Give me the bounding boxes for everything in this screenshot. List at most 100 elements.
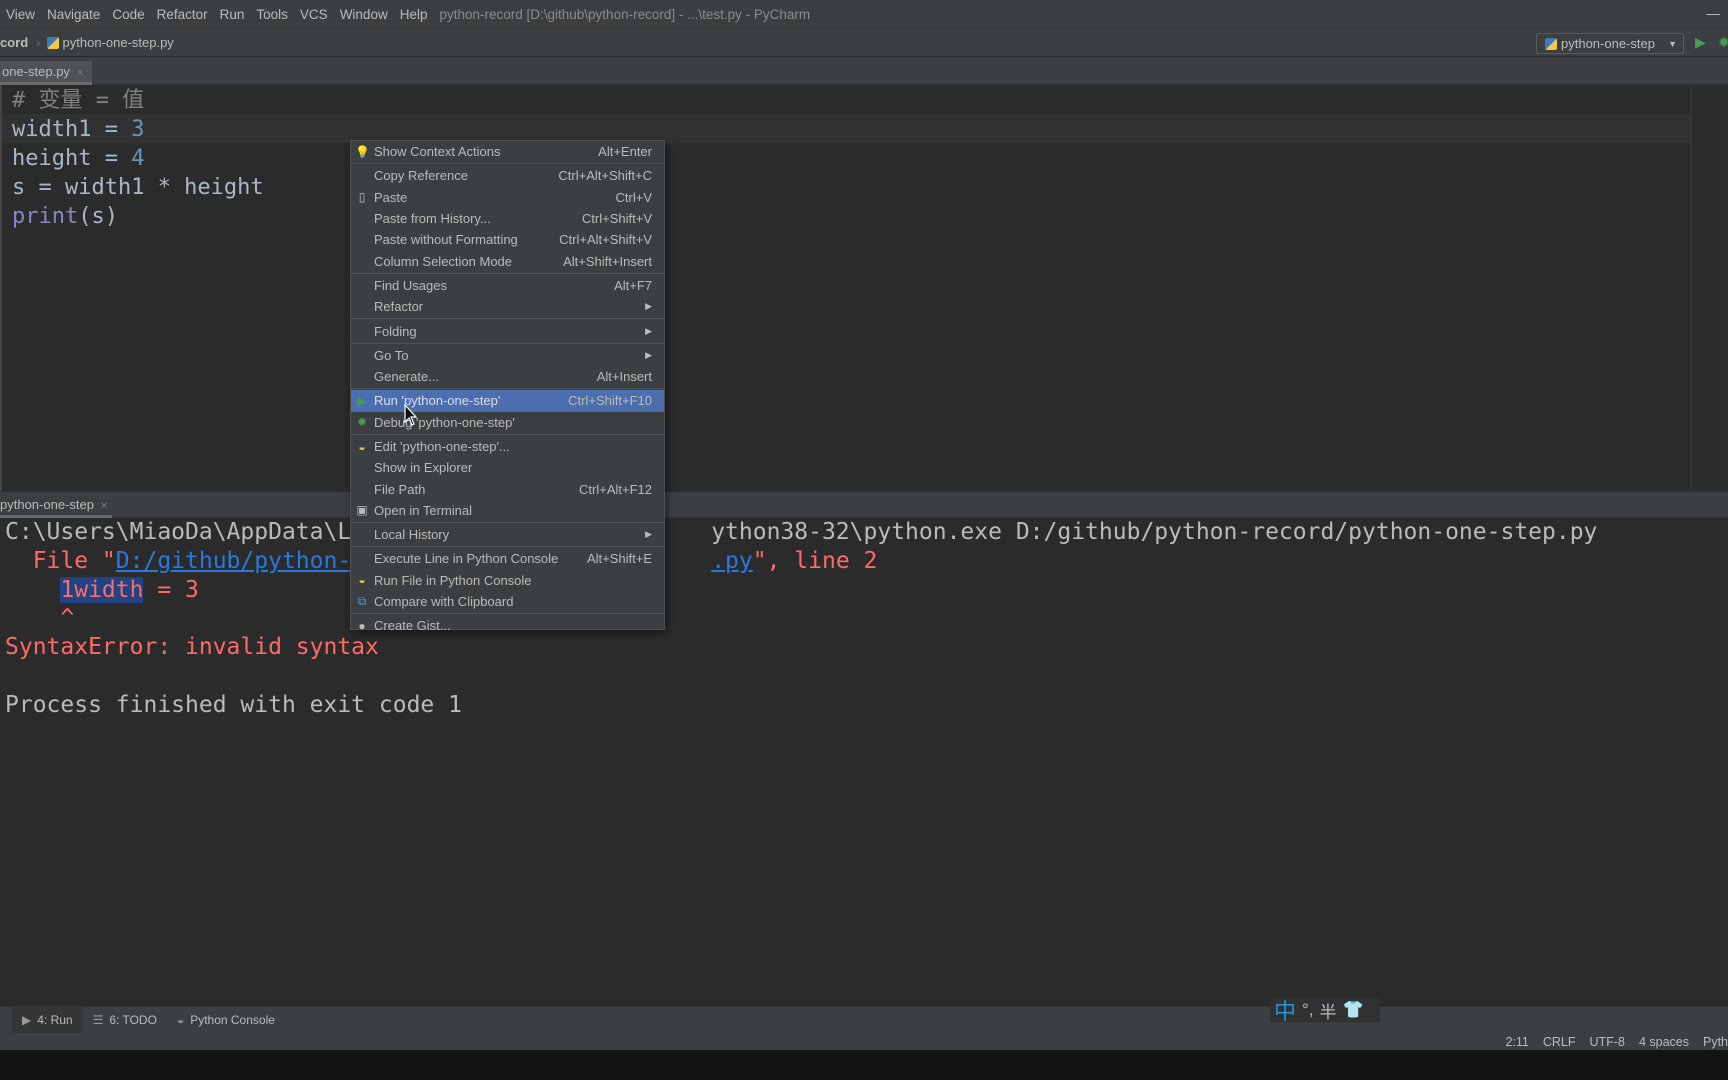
menu-separator	[351, 163, 664, 165]
menu-item-compare-with-clipboard[interactable]: ⧉ Compare with Clipboard	[351, 591, 664, 612]
menu-item-label: Refactor	[374, 299, 424, 315]
right-margin	[1691, 85, 1692, 491]
breadcrumb-file[interactable]: python-one-step.py	[63, 35, 174, 50]
menu-bar: View Navigate Code Refactor Run Tools VCS Windo…	[0, 0, 1728, 29]
menu-vcs[interactable]: VCS	[294, 7, 334, 22]
menu-item-run-file-in-python-console[interactable]: ◒ Run File in Python Console	[351, 570, 664, 591]
menu-separator	[351, 318, 664, 320]
run-button[interactable]: ▶	[1695, 34, 1706, 51]
file-link-end[interactable]: .py	[711, 548, 753, 574]
menu-tools[interactable]: Tools	[250, 7, 294, 22]
menu-item-create-gist[interactable]: ● Create Gist...	[351, 615, 664, 636]
menu-item-label: Local History	[374, 527, 450, 543]
menu-item-label: Open in Terminal	[374, 502, 473, 518]
python-file-icon	[46, 36, 59, 49]
menu-item-debug-python-one-step[interactable]: ✹ Debug 'python-one-step'	[351, 412, 664, 433]
menu-item-show-context-actions[interactable]: 💡 Show Context Actions Alt+Enter	[351, 141, 664, 162]
menu-separator	[351, 272, 664, 274]
menu-item-paste[interactable]: ▯ Paste Ctrl+V	[351, 187, 664, 208]
menu-run[interactable]: Run	[214, 7, 251, 22]
caret-position[interactable]: 2:11	[1505, 1035, 1528, 1049]
menu-item-open-in-terminal[interactable]: ▣ Open in Terminal	[351, 500, 664, 521]
menu-refactor[interactable]: Refactor	[151, 7, 214, 22]
menu-item-paste-from-history[interactable]: Paste from History... Ctrl+Shift+V	[351, 208, 664, 229]
menu-item-shortcut: Alt+Shift+Insert	[563, 253, 652, 269]
file-link[interactable]: D:/github/python-	[116, 548, 351, 574]
submenu-arrow-icon: ▶	[645, 301, 652, 312]
debug-icon: ✹	[356, 415, 368, 430]
code-editor[interactable]: # 变量 = 值 width1 = 3 height = 4s = width1 *…	[0, 85, 1728, 491]
submenu-arrow-icon: ▶	[645, 529, 652, 540]
code-token: print	[12, 204, 79, 229]
menu-window[interactable]: Window	[334, 7, 394, 22]
menu-separator	[351, 613, 664, 615]
breadcrumb-project[interactable]: cord	[0, 35, 28, 50]
indent-setting[interactable]: 4 spaces	[1639, 1035, 1689, 1049]
menu-item-go-to[interactable]: Go To ▶	[351, 345, 664, 366]
debug-button[interactable]: ✹	[1718, 34, 1728, 51]
menu-item-execute-line-in-python-console[interactable]: Execute Line in Python Console Alt+Shift+…	[351, 548, 664, 569]
tab-python-one-step[interactable]: one-step.py ✕	[0, 61, 92, 85]
menu-item-generate[interactable]: Generate... Alt+Insert	[351, 366, 664, 387]
run-tab[interactable]: python-one-step ✕	[0, 494, 112, 518]
menu-item-show-in-explorer[interactable]: Show in Explorer	[351, 457, 664, 478]
code-token: 4	[131, 146, 145, 171]
tool-window-label: 4: Run	[37, 1013, 73, 1027]
menu-item-label: Copy Reference	[374, 168, 468, 184]
menu-item-shortcut: Ctrl+Alt+F12	[579, 481, 652, 497]
file-encoding[interactable]: UTF-8	[1590, 1035, 1625, 1049]
menu-separator	[351, 522, 664, 524]
ime-skin-icon[interactable]: 👕	[1343, 1000, 1364, 1020]
run-configuration-label: python-one-step	[1561, 36, 1655, 51]
navigation-bar: cord › python-one-step.py	[0, 29, 1728, 57]
code-line: s = width1 * height	[12, 173, 264, 202]
menu-item-label: Execute Line in Python Console	[374, 551, 559, 567]
tool-window-python-console[interactable]: ◒ Python Console	[167, 1007, 285, 1034]
run-tab-label: python-one-step	[0, 497, 94, 512]
chevron-down-icon: ▼	[1668, 38, 1677, 49]
menu-item-local-history[interactable]: Local History ▶	[351, 524, 664, 545]
code-token: width1 =	[12, 117, 132, 142]
menu-item-shortcut: Ctrl+Alt+Shift+V	[559, 232, 652, 248]
menu-item-copy-reference[interactable]: Copy Reference Ctrl+Alt+Shift+C	[351, 165, 664, 186]
code-token: # 变量 = 值	[12, 88, 145, 113]
python-icon: ◒	[176, 1013, 185, 1027]
close-icon[interactable]: ✕	[100, 501, 108, 512]
code-line: print(s)	[12, 202, 118, 231]
ime-width[interactable]: 半	[1320, 998, 1337, 1023]
menu-item-file-path[interactable]: File Path Ctrl+Alt+F12	[351, 478, 664, 499]
run-configuration-select[interactable]: python-one-step ▼	[1536, 33, 1684, 54]
menu-item-folding[interactable]: Folding ▶	[351, 320, 664, 341]
ime-mode[interactable]: 中	[1274, 994, 1296, 1026]
menu-item-shortcut: Alt+F7	[614, 277, 652, 293]
menu-item-edit-python-one-step[interactable]: ◒ Edit 'python-one-step'...	[351, 436, 664, 457]
editor-tabs	[0, 57, 1728, 85]
menu-item-paste-without-formatting[interactable]: Paste without Formatting Ctrl+Alt+Shift+V	[351, 229, 664, 250]
menu-navigate[interactable]: Navigate	[41, 7, 106, 22]
close-icon[interactable]: ✕	[76, 68, 84, 79]
run-console[interactable]: C:\Users\MiaoDa\AppData\L ython38-32\pyth…	[0, 518, 1728, 1006]
menu-item-shortcut: Ctrl+Shift+V	[581, 211, 652, 227]
menu-help[interactable]: Help	[394, 7, 434, 22]
tool-window-4-run[interactable]: ▶ 4: Run	[12, 1006, 83, 1034]
console-code-line: 1width = 3	[5, 576, 199, 605]
github-icon: ●	[358, 618, 366, 633]
menu-code[interactable]: Code	[106, 7, 150, 22]
menu-item-shortcut: Ctrl+Alt+Shift+C	[558, 168, 652, 184]
minimize-button[interactable]: —	[1707, 6, 1721, 21]
menu-item-label: Folding	[374, 323, 417, 339]
line-separator[interactable]: CRLF	[1543, 1035, 1576, 1049]
menu-item-find-usages[interactable]: Find Usages Alt+F7	[351, 275, 664, 296]
breadcrumb-separator: ›	[36, 35, 41, 50]
menu-item-label: Paste	[374, 189, 408, 205]
menu-item-refactor[interactable]: Refactor ▶	[351, 296, 664, 317]
menu-item-run-python-one-step[interactable]: ▶ Run 'python-one-step' Ctrl+Shift+F10	[351, 390, 664, 412]
ime-punct[interactable]: °,	[1302, 1000, 1314, 1020]
menu-item-column-selection-mode[interactable]: Column Selection Mode Alt+Shift+Insert	[351, 250, 664, 271]
command-text-cont: ython38-32\python.exe D:/github/python-r…	[711, 519, 1598, 545]
interpreter[interactable]: Pyth	[1703, 1035, 1728, 1049]
tool-window-6-todo[interactable]: ☰ 6: TODO	[83, 1007, 167, 1034]
menu-item-label: Create Gist...	[374, 618, 451, 634]
console-caret-line: ^	[5, 605, 75, 631]
menu-view[interactable]: View	[0, 7, 41, 22]
